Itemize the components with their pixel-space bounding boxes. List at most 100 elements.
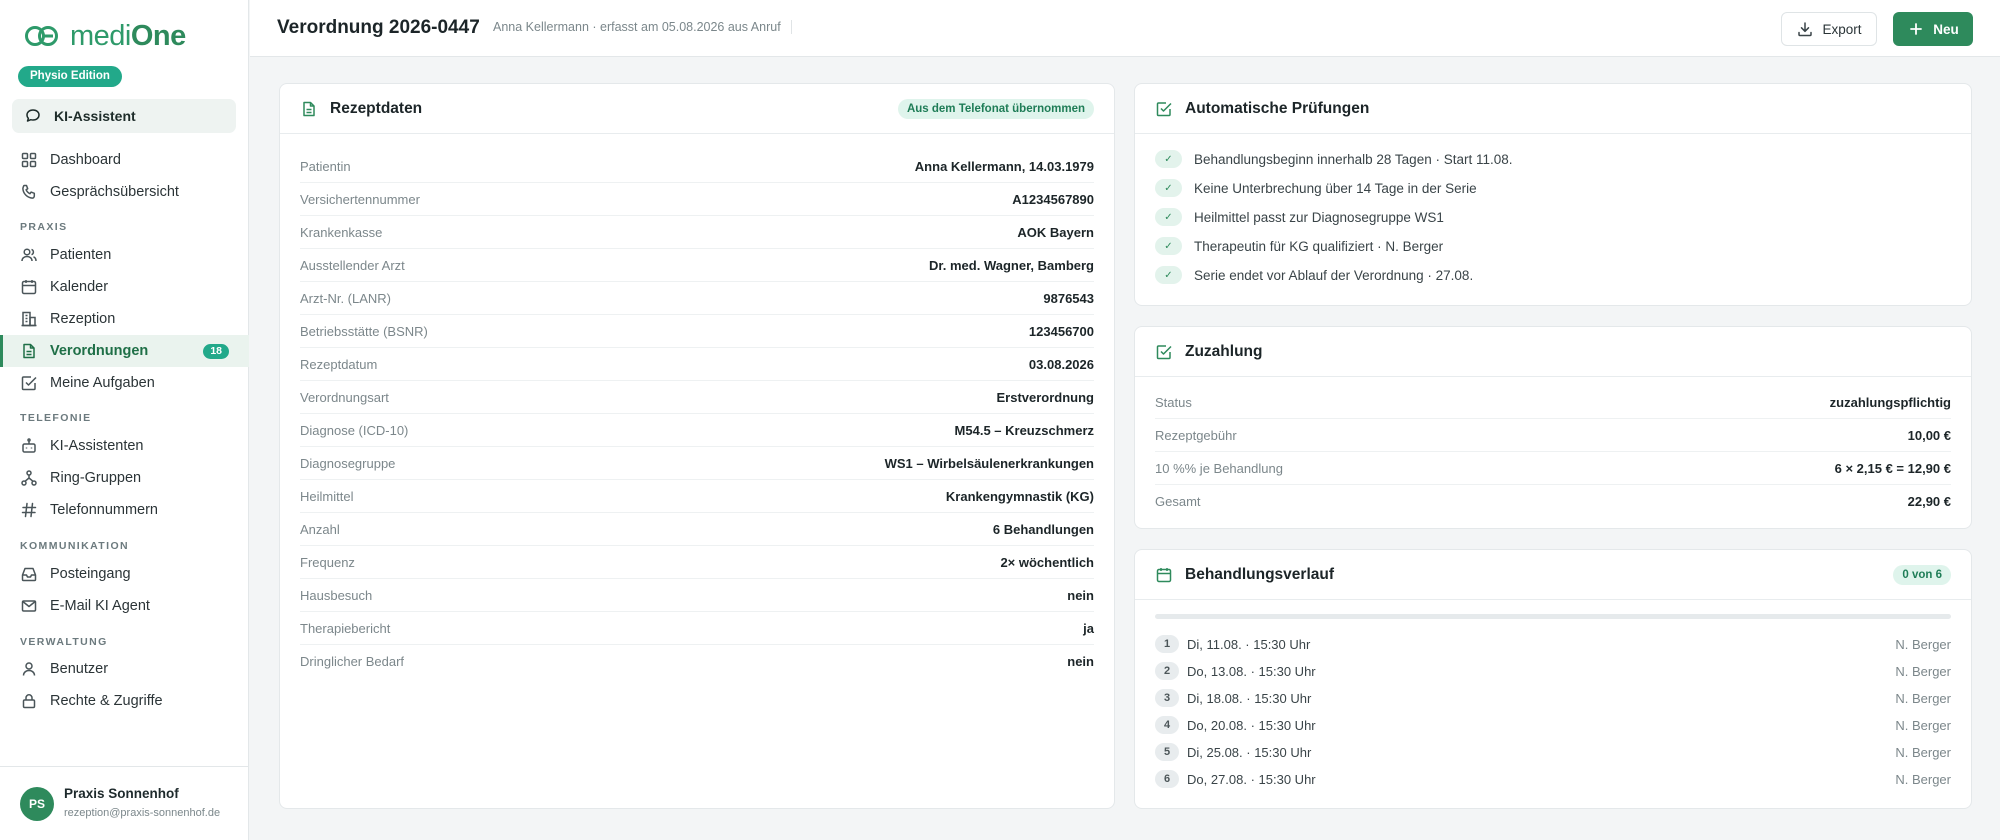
field-label: Frequenz xyxy=(300,554,355,570)
treatment-item[interactable]: 6 Do, 27.08. · 15:30 Uhr N. Berger xyxy=(1155,768,1951,790)
sidebar-item-patienten[interactable]: Patienten xyxy=(0,239,249,271)
field-value: 123456700 xyxy=(1028,323,1094,339)
rezept-row: Krankenkasse AOK Bayern xyxy=(300,216,1094,249)
treatment-therapist: N. Berger xyxy=(1895,771,1951,787)
treatment-item[interactable]: 3 Di, 18.08. · 15:30 Uhr N. Berger xyxy=(1155,687,1951,709)
app-logo[interactable]: mediOne xyxy=(24,20,186,52)
check-item: ✓ Keine Unterbrechung über 14 Tage in der… xyxy=(1155,177,1477,199)
sidebar-item-verordnungen[interactable]: Verordnungen 18 xyxy=(0,335,249,367)
field-label: Anzahl xyxy=(300,521,340,537)
treatment-number: 1 xyxy=(1155,635,1179,653)
rezept-row: Diagnose (ICD-10) M54.5 – Kreuzschmerz xyxy=(300,414,1094,447)
sidebar-item-ki-assistenten[interactable]: KI-Assistenten xyxy=(0,430,249,462)
treatment-item[interactable]: 5 Di, 25.08. · 15:30 Uhr N. Berger xyxy=(1155,741,1951,763)
check-icon: ✓ xyxy=(1155,179,1182,197)
building-icon xyxy=(20,310,38,328)
field-label: Dringlicher Bedarf xyxy=(300,654,405,669)
dashboard-icon xyxy=(20,151,38,169)
sidebar-item-kalender[interactable]: Kalender xyxy=(0,271,249,303)
logo-text-light: medi xyxy=(70,19,131,52)
sidebar-item-label: Telefonnummern xyxy=(50,502,158,518)
check-item: ✓ Behandlungsbeginn innerhalb 28 Tagen · … xyxy=(1155,148,1513,170)
field-label: Gesamt xyxy=(1155,494,1201,509)
treatment-item[interactable]: 2 Do, 13.08. · 15:30 Uhr N. Berger xyxy=(1155,660,1951,682)
page-title: Verordnung 2026-0447 xyxy=(277,17,480,38)
field-label: Krankenkasse xyxy=(300,224,383,240)
ki-assistant-button[interactable]: KI-Assistent xyxy=(12,99,236,133)
page-subtitle: Anna Kellermann · erfasst am 05.08.2026 … xyxy=(493,20,792,34)
field-value: nein xyxy=(1067,587,1094,603)
card-title: Rezeptdaten xyxy=(330,99,423,117)
edition-badge: Physio Edition xyxy=(18,66,122,87)
behandlungsverlauf-card: Behandlungsverlauf 0 von 6 1 Di, 11.08. ·… xyxy=(1134,549,1972,809)
section-label-kommunikation: KOMMUNIKATION xyxy=(20,540,129,552)
export-label: Export xyxy=(1822,21,1862,37)
field-value: 03.08.2026 xyxy=(1028,356,1094,372)
sidebar-item-label: Posteingang xyxy=(50,566,131,582)
field-label: Therapiebericht xyxy=(300,620,391,636)
card-header: Zuzahlung xyxy=(1135,327,1971,377)
export-button[interactable]: Export xyxy=(1781,12,1877,46)
rezept-row: Versichertennummer A1234567890 xyxy=(300,183,1094,216)
sidebar-item-gespraechsuebersicht[interactable]: Gesprächsübersicht xyxy=(0,176,249,208)
treatment-therapist: N. Berger xyxy=(1895,717,1951,733)
checkbox-icon xyxy=(1155,343,1173,361)
bot-icon xyxy=(20,437,38,455)
rezept-row: Ausstellender Arzt Dr. med. Wagner, Bambe… xyxy=(300,249,1094,282)
field-label: Patientin xyxy=(300,158,351,174)
sidebar-item-label: Meine Aufgaben xyxy=(50,375,155,391)
treatment-number: 5 xyxy=(1155,743,1179,761)
treatment-therapist: N. Berger xyxy=(1895,663,1951,679)
count-badge: 18 xyxy=(203,344,229,359)
new-label: Neu xyxy=(1933,21,1959,37)
sidebar: mediOne Physio Edition KI-Assistent Dash… xyxy=(0,0,249,840)
check-text: Keine Unterbrechung über 14 Tage in der … xyxy=(1194,180,1477,196)
zuzahlung-row: Rezeptgebühr 10,00 € xyxy=(1155,419,1951,452)
check-text: Heilmittel passt zur Diagnosegruppe WS1 xyxy=(1194,209,1444,225)
sidebar-item-dashboard[interactable]: Dashboard xyxy=(0,144,249,176)
field-value: WS1 – Wirbelsäulenerkrankungen xyxy=(884,455,1094,471)
field-label: Versichertennummer xyxy=(300,191,420,207)
field-value: Krankengymnastik (KG) xyxy=(945,488,1094,504)
treatment-therapist: N. Berger xyxy=(1895,744,1951,760)
field-label: 10 %% je Behandlung xyxy=(1155,460,1283,476)
field-value: 2× wöchentlich xyxy=(1000,554,1094,570)
field-label: Heilmittel xyxy=(300,488,354,504)
logo-text-bold: One xyxy=(130,19,186,52)
rezept-row: Rezeptdatum 03.08.2026 xyxy=(300,348,1094,381)
field-label: Ausstellender Arzt xyxy=(300,257,405,273)
logo-mark-icon xyxy=(24,23,60,49)
field-value: A1234567890 xyxy=(1012,191,1094,207)
field-label: Rezeptdatum xyxy=(300,356,378,372)
sidebar-item-benutzer[interactable]: Benutzer xyxy=(0,653,249,685)
sidebar-item-label: Gesprächsübersicht xyxy=(50,184,179,200)
sidebar-item-label: Patienten xyxy=(50,247,112,263)
treatment-number: 4 xyxy=(1155,716,1179,734)
sidebar-item-meine-aufgaben[interactable]: Meine Aufgaben xyxy=(0,367,249,399)
treatment-date: Di, 18.08. · 15:30 Uhr xyxy=(1187,690,1312,706)
zuzahlung-row: 10 %% je Behandlung 6 × 2,15 € = 12,90 € xyxy=(1155,452,1951,485)
field-label: Diagnosegruppe xyxy=(300,455,396,471)
card-title: Automatische Prüfungen xyxy=(1185,99,1370,117)
new-button[interactable]: Neu xyxy=(1893,12,1973,46)
check-text: Therapeutin für KG qualifiziert · N. Ber… xyxy=(1194,238,1444,254)
field-value: 6 × 2,15 € = 12,90 € xyxy=(1834,460,1951,476)
user-name: Praxis Sonnenhof xyxy=(64,786,179,801)
page-header: Verordnung 2026-0447 Anna Kellermann · e… xyxy=(250,0,2000,57)
field-value: 6 Behandlungen xyxy=(992,521,1094,537)
sidebar-item-rezeption[interactable]: Rezeption xyxy=(0,303,249,335)
check-item: ✓ Serie endet vor Ablauf der Verordnung ·… xyxy=(1155,264,1473,286)
rezeptdaten-card: Rezeptdaten Aus dem Telefonat übernommen… xyxy=(279,83,1115,809)
sidebar-item-telefonnummern[interactable]: Telefonnummern xyxy=(0,494,249,526)
sidebar-item-rechte-zugriffe[interactable]: Rechte & Zugriffe xyxy=(0,685,249,717)
treatment-item[interactable]: 4 Do, 20.08. · 15:30 Uhr N. Berger xyxy=(1155,714,1951,736)
sidebar-item-email-ki-agent[interactable]: E-Mail KI Agent xyxy=(0,590,249,622)
treatment-date: Di, 25.08. · 15:30 Uhr xyxy=(1187,744,1312,760)
checkbox-icon xyxy=(20,374,38,392)
sidebar-item-posteingang[interactable]: Posteingang xyxy=(0,558,249,590)
user-profile[interactable]: PS Praxis Sonnenhof rezeption@praxis-son… xyxy=(0,766,249,840)
check-text: Serie endet vor Ablauf der Verordnung · … xyxy=(1194,267,1474,283)
sidebar-item-ring-gruppen[interactable]: Ring-Gruppen xyxy=(0,462,249,494)
treatment-item[interactable]: 1 Di, 11.08. · 15:30 Uhr N. Berger xyxy=(1155,633,1951,655)
user-icon xyxy=(20,660,38,678)
